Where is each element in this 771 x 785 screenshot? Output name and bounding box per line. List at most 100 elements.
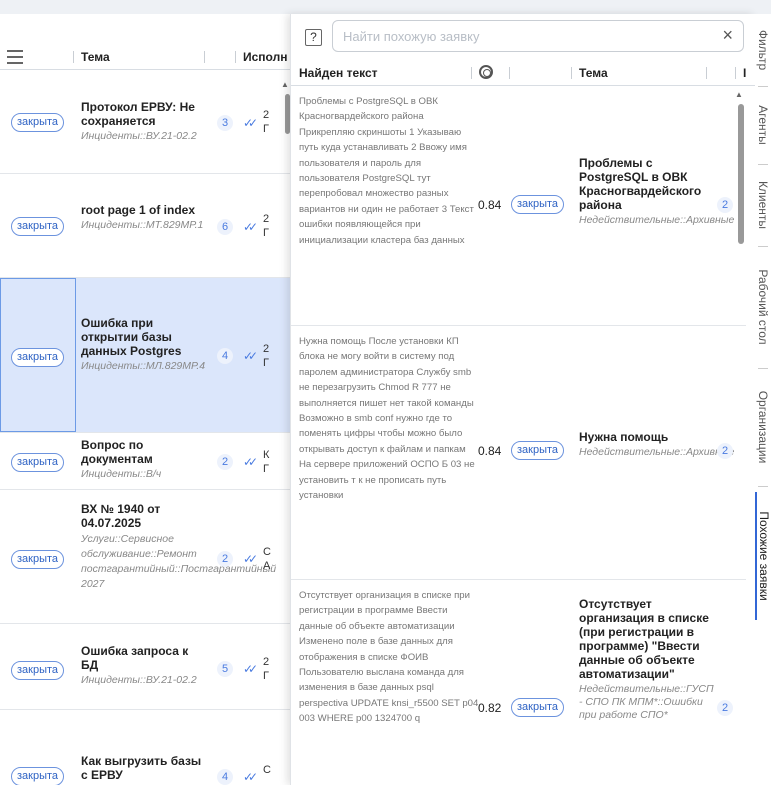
tab-label: Клиенты	[756, 180, 770, 230]
ticket-category: Инциденты::ВУ.21-02.2	[81, 130, 197, 142]
ticket-title[interactable]: Протокол ЕРВУ: Не сохраняется	[81, 100, 206, 128]
tab-label: Организации	[756, 390, 770, 464]
tab-clients[interactable]: Клиенты	[755, 170, 771, 240]
similarity-score: 0.82	[478, 701, 502, 715]
table-row[interactable]: закрыта ВХ № 1940 от 04.07.2025 Услуги::…	[0, 490, 290, 624]
table-row[interactable]: закрыта Ошибка запроса к БД Инциденты::В…	[0, 624, 290, 710]
message-count-badge: 4	[217, 348, 233, 364]
tab-filter[interactable]: Фильтр	[755, 20, 771, 80]
similar-ticket-category: Недействительные::Архивные	[579, 446, 735, 458]
status-badge: закрыта	[11, 767, 65, 785]
similar-ticket-category: Недействительные::ГУСП - СПО ПК МПМ*::Ош…	[579, 683, 714, 721]
ticket-category: Услуги::Сервисное обслуживание::Ремонт п…	[81, 533, 277, 590]
similarity-score: 0.84	[478, 444, 502, 458]
similar-ticket-title[interactable]: Отсутствует организация в списке (при ре…	[579, 597, 711, 681]
similar-list-scrollbar[interactable]	[738, 104, 744, 244]
message-count-badge: 2	[717, 197, 733, 213]
similar-row[interactable]: Проблемы с PostgreSQL в ОВК Красногварде…	[291, 86, 746, 326]
ticket-title[interactable]: Вопрос по документам	[81, 438, 206, 466]
ticket-title[interactable]: Ошибка запроса к БД	[81, 644, 206, 672]
help-button[interactable]: ?	[305, 29, 322, 46]
ticket-list: Тема Исполн закрыта Протокол ЕРВУ: Не со…	[0, 14, 290, 785]
message-count-badge: 2	[217, 551, 233, 567]
column-header-topic[interactable]: Тема	[579, 66, 608, 80]
similar-ticket-title[interactable]: Нужна помощь	[579, 430, 711, 444]
table-row[interactable]: закрыта Как выгрузить базы с ЕРВУ 4 ✓✓ С	[0, 710, 290, 785]
column-separator[interactable]	[571, 67, 572, 79]
similar-row[interactable]: Отсутствует организация в списке при рег…	[291, 580, 746, 785]
double-check-icon: ✓✓	[243, 455, 258, 469]
tab-label: Агенты	[756, 105, 770, 145]
ticket-category: Инциденты::В/ч	[81, 468, 162, 480]
tab-desktop[interactable]: Рабочий стол	[755, 252, 771, 362]
column-separator[interactable]	[706, 67, 707, 79]
column-header-topic[interactable]: Тема	[81, 50, 110, 64]
status-badge: закрыта	[11, 550, 65, 569]
table-row[interactable]: закрыта Протокол ЕРВУ: Не сохраняется Ин…	[0, 70, 290, 174]
message-count-badge: 2	[717, 700, 733, 716]
scroll-up-arrow-icon[interactable]: ▲	[735, 90, 743, 99]
executor-cell: С А	[263, 546, 271, 572]
column-separator[interactable]	[509, 67, 510, 79]
executor-cell: К Г	[263, 449, 270, 475]
tab-label: Рабочий стол	[756, 269, 770, 345]
executor-cell: 2 Г	[263, 656, 270, 682]
ticket-title[interactable]: Как выгрузить базы с ЕРВУ	[81, 754, 206, 782]
relevance-target-icon[interactable]	[479, 65, 493, 79]
double-check-icon: ✓✓	[243, 220, 258, 234]
similar-ticket-title[interactable]: Проблемы с PostgreSQL в ОВК Красногварде…	[579, 156, 711, 212]
top-strip	[0, 0, 771, 14]
column-header-found-text[interactable]: Найден текст	[299, 66, 378, 80]
table-row[interactable]: закрыта root page 1 of index Инциденты::…	[0, 174, 290, 278]
tab-divider	[758, 368, 768, 369]
found-text: Отсутствует организация в списке при рег…	[299, 590, 479, 725]
message-count-badge: 5	[217, 661, 233, 677]
tab-divider	[758, 86, 768, 87]
status-badge: закрыта	[11, 661, 65, 680]
message-count-badge: 6	[217, 219, 233, 235]
status-badge: закрыта	[11, 348, 65, 367]
table-row-selected[interactable]: закрыта Ошибка при открытии базы данных …	[0, 278, 290, 433]
column-separator[interactable]	[235, 51, 236, 63]
column-separator[interactable]	[73, 51, 74, 63]
tab-divider	[758, 486, 768, 487]
column-header-executor[interactable]: Исполн	[243, 50, 287, 64]
app-window: Тема Исполн закрыта Протокол ЕРВУ: Не со…	[0, 0, 771, 785]
ticket-title[interactable]: Ошибка при открытии базы данных Postgres	[81, 316, 206, 358]
executor-cell: С	[263, 764, 271, 776]
similar-search-input[interactable]	[343, 27, 703, 45]
column-header-extra[interactable]: I	[743, 66, 746, 80]
double-check-icon: ✓✓	[243, 349, 258, 363]
tab-divider	[758, 246, 768, 247]
ticket-category: Инциденты::МЛ.829МР.4	[81, 360, 206, 372]
status-badge: закрыта	[11, 453, 65, 472]
ticket-title[interactable]: ВХ № 1940 от 04.07.2025	[81, 502, 206, 530]
similarity-score: 0.84	[478, 198, 502, 212]
scroll-up-arrow-icon[interactable]: ▲	[281, 80, 289, 89]
ticket-title[interactable]: root page 1 of index	[81, 203, 206, 217]
tab-label: Фильтр	[756, 29, 770, 71]
tab-similar-tickets[interactable]: Похожие заявки	[755, 492, 771, 620]
ticket-category: Инциденты::ВУ.21-02.2	[81, 674, 197, 686]
column-separator[interactable]	[735, 67, 736, 79]
table-row[interactable]: закрыта Вопрос по документам Инциденты::…	[0, 433, 290, 490]
ticket-category: Инциденты::МТ.829МР.1	[81, 219, 204, 231]
tab-agents[interactable]: Агенты	[755, 92, 771, 158]
status-badge: закрыта	[11, 217, 65, 236]
message-count-badge: 4	[217, 769, 233, 785]
double-check-icon: ✓✓	[243, 552, 258, 566]
message-count-badge: 2	[717, 443, 733, 459]
status-badge: закрыта	[511, 698, 565, 717]
column-separator[interactable]	[204, 51, 205, 63]
column-separator[interactable]	[471, 67, 472, 79]
similar-table-header: Найден текст Тема I	[291, 60, 755, 86]
similar-row[interactable]: Нужна помощь После установки КП блока не…	[291, 326, 746, 580]
tab-divider	[758, 164, 768, 165]
clear-icon[interactable]: ×	[722, 25, 733, 46]
tab-organizations[interactable]: Организации	[755, 374, 771, 480]
status-badge: закрыта	[511, 441, 565, 460]
similar-ticket-category: Недействительные::Архивные	[579, 214, 735, 226]
double-check-icon: ✓✓	[243, 116, 258, 130]
side-tabs: Фильтр Агенты Клиенты Рабочий стол Орган…	[755, 14, 771, 785]
menu-icon[interactable]	[7, 50, 23, 64]
